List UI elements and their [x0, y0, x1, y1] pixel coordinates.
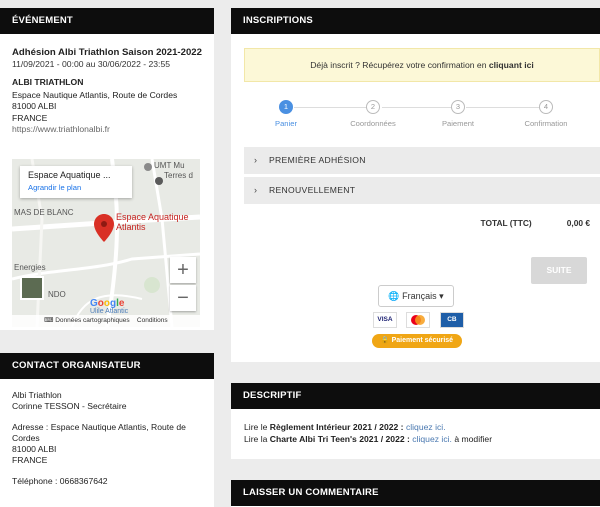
event-country: FRANCE — [12, 112, 48, 123]
contact-org: Albi Triathlon — [12, 390, 62, 400]
language-select[interactable]: 🌐 Français ▾ — [378, 285, 454, 307]
step-payment: 3 Paiement — [418, 100, 498, 128]
map-label-umt: UMT Mu — [154, 161, 185, 170]
event-title: Adhésion Albi Triathlon Saison 2021-2022 — [12, 47, 202, 58]
map-label-mas: MAS DE BLANC — [14, 208, 74, 217]
contact-city: 81000 ALBI — [12, 444, 57, 455]
step-number: 3 — [451, 100, 465, 114]
inscriptions-header: INSCRIPTIONS — [231, 8, 600, 34]
secure-payment-badge: 🔒 Paiement sécurisé — [372, 334, 462, 348]
total-label: TOTAL (TTC) — [480, 218, 532, 228]
lock-icon: 🔒 — [380, 337, 390, 344]
step-details: 2 Coordonnées — [333, 100, 413, 128]
map-zoom-in-button[interactable]: + — [170, 257, 196, 283]
charter-title: Charte Albi Tri Teen's 2021 / 2022 : — [269, 434, 410, 444]
description-panel: DESCRIPTIF Lire le Règlement Intérieur 2… — [231, 383, 600, 459]
language-value: Français — [402, 291, 437, 301]
event-city: 81000 ALBI — [12, 101, 57, 111]
notice-link[interactable]: cliquant ici — [489, 60, 534, 70]
caret-down-icon: ▾ — [439, 291, 444, 301]
payment-cards: VISA CB — [373, 312, 469, 330]
chevron-right-icon: › — [254, 155, 258, 165]
step-number: 1 — [279, 100, 293, 114]
map-label-ando: NDO — [48, 290, 66, 299]
step-number: 4 — [539, 100, 553, 114]
globe-icon: 🌐 — [388, 291, 400, 301]
event-panel: ÉVÉNEMENT Adhésion Albi Triathlon Saison… — [0, 8, 214, 330]
cb-icon: CB — [439, 312, 464, 328]
map-label-energies: Energies — [14, 263, 46, 272]
charter-prefix: Lire la — [244, 434, 270, 444]
map-footer: ⌨ Données cartographiques Conditions d'u… — [12, 315, 200, 327]
rules-prefix: Lire le — [244, 422, 270, 432]
contact-person: Corinne TESSON - Secrétaire — [12, 401, 127, 412]
step-cart: 1 Panier — [246, 100, 326, 128]
comment-panel: LAISSER UN COMMENTAIRE — [231, 480, 600, 507]
rules-link[interactable]: cliquez ici. — [406, 422, 446, 432]
total-row: TOTAL (TTC) 0,00 € — [244, 218, 591, 232]
map-place-label: Espace Aquatique Atlantis — [116, 212, 189, 232]
keyboard-icon[interactable]: ⌨ — [44, 317, 55, 324]
event-organizer: ALBI TRIATHLON — [12, 77, 84, 87]
event-dates: 11/09/2021 - 00:00 au 30/06/2022 - 23:55 — [12, 58, 171, 69]
map-label-ulile: Ulile Atlantic — [90, 308, 129, 315]
event-header: ÉVÉNEMENT — [0, 8, 214, 34]
step-label: Paiement — [441, 119, 475, 128]
checkout-steps: 1 Panier 2 Coordonnées 3 Paiement 4 Conf… — [244, 100, 600, 140]
charter-suffix: à modifier — [451, 434, 493, 444]
next-button[interactable]: SUITE — [531, 257, 587, 284]
visa-icon: VISA — [373, 312, 397, 328]
inscriptions-panel: INSCRIPTIONS Déjà inscrit ? Récupérez vo… — [231, 8, 600, 362]
map-data-credit: Données cartographiques — [55, 317, 130, 324]
map-enlarge-link[interactable]: Agrandir le plan — [28, 183, 124, 192]
step-label: Coordonnées — [350, 119, 396, 128]
contact-country: FRANCE — [12, 455, 48, 466]
accordion-first-membership[interactable]: › PREMIÈRE ADHÉSION — [244, 147, 600, 174]
rules-title: Règlement Intérieur 2021 / 2022 : — [269, 422, 404, 432]
map-card-title: Espace Aquatique ... — [28, 170, 111, 180]
map-satellite-toggle[interactable] — [20, 276, 44, 300]
contact-header: CONTACT ORGANISATEUR — [0, 353, 214, 379]
map-label-terres: Terres d — [164, 171, 193, 180]
map-info-card: Espace Aquatique ... Agrandir le plan — [20, 166, 132, 198]
step-number: 2 — [366, 100, 380, 114]
secure-label: Paiement sécurisé — [391, 337, 454, 344]
charter-link[interactable]: cliquez ici. — [412, 434, 452, 444]
step-label: Panier — [275, 119, 297, 128]
rules-line: Lire le Règlement Intérieur 2021 / 2022 … — [244, 421, 587, 433]
accordion-renewal[interactable]: › RENOUVELLEMENT — [244, 177, 600, 204]
map-zoom-out-button[interactable]: − — [170, 285, 196, 311]
event-website-link[interactable]: https://www.triathlonalbi.fr — [12, 124, 202, 136]
already-registered-notice: Déjà inscrit ? Récupérez votre confirmat… — [244, 48, 600, 82]
chevron-right-icon: › — [254, 185, 258, 195]
event-address: Espace Nautique Atlantis, Route de Corde… — [12, 89, 178, 100]
mastercard-icon — [406, 312, 431, 328]
accordion-label: PREMIÈRE ADHÉSION — [269, 155, 366, 165]
charter-line: Lire la Charte Albi Tri Teen's 2021 / 20… — [244, 433, 587, 445]
step-confirmation: 4 Confirmation — [506, 100, 586, 128]
contact-address: Adresse : Espace Nautique Atlantis, Rout… — [12, 421, 186, 443]
contact-phone: Téléphone : 0668367642 — [12, 475, 108, 486]
step-label: Confirmation — [524, 119, 568, 128]
accordion-label: RENOUVELLEMENT — [269, 185, 356, 195]
notice-text: Déjà inscrit ? Récupérez votre confirmat… — [310, 60, 487, 70]
description-header: DESCRIPTIF — [231, 383, 600, 409]
event-map[interactable]: Espace Aquatique ... Agrandir le plan UM… — [12, 159, 200, 327]
contact-panel: CONTACT ORGANISATEUR Albi Triathlon Cori… — [0, 353, 214, 507]
total-value: 0,00 € — [566, 218, 590, 228]
comment-header: LAISSER UN COMMENTAIRE — [231, 480, 600, 506]
